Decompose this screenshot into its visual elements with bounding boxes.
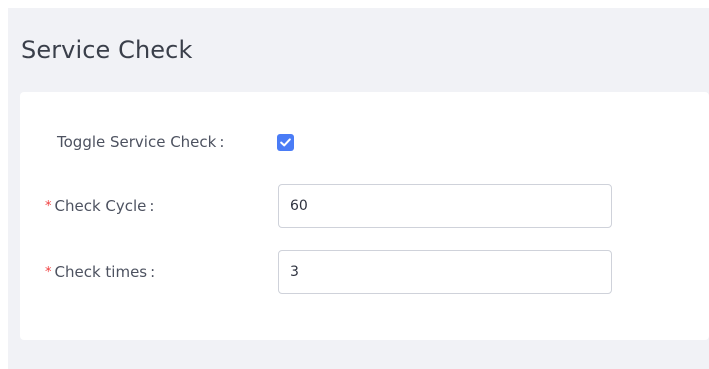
check-cycle-label: * Check Cycle: [45, 196, 154, 217]
label-colon: : [219, 133, 225, 151]
toggle-service-check-label-text: Toggle Service Check [57, 133, 217, 151]
section-title: Service Check [21, 36, 193, 64]
service-check-card: Toggle Service Check: *Check Cycle: *Che… [20, 92, 709, 340]
checkmark-icon [280, 138, 291, 147]
toggle-service-check-checkbox[interactable] [277, 134, 294, 151]
required-asterisk: * [45, 199, 52, 214]
check-times-label-text: Check times [54, 263, 148, 281]
toggle-service-check-label: Toggle Service Check: [57, 132, 224, 152]
check-times-label: * Check times: [45, 262, 155, 283]
check-cycle-input[interactable] [278, 184, 612, 228]
label-colon: : [150, 263, 156, 281]
required-asterisk: * [45, 265, 52, 280]
label-colon: : [149, 197, 155, 215]
check-cycle-label-text: Check Cycle [54, 197, 147, 215]
check-times-input[interactable] [278, 250, 612, 294]
